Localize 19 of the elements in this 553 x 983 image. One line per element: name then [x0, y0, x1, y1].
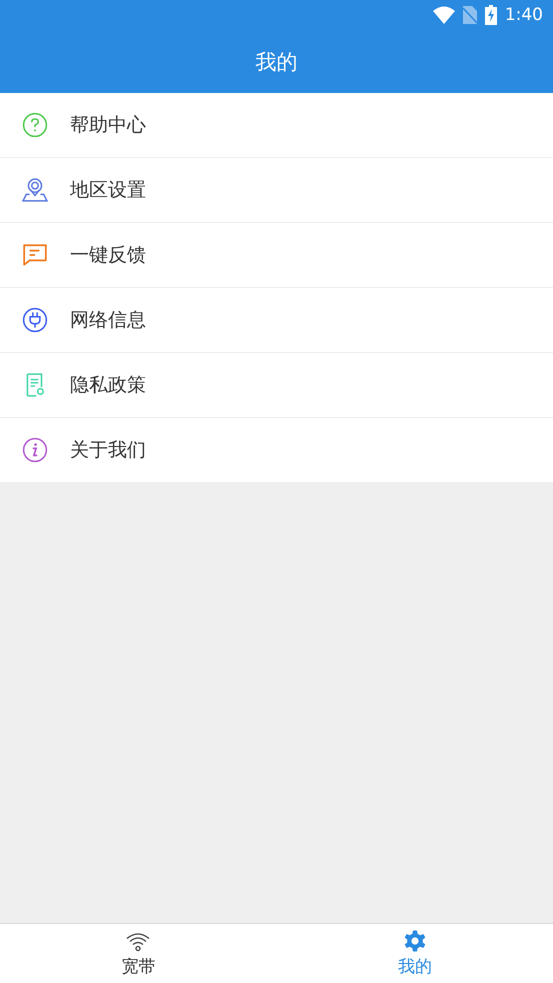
menu-label: 隐私政策	[70, 373, 146, 398]
menu-item[interactable]: 一键反馈	[0, 223, 553, 288]
clock-time: 1:40	[504, 5, 543, 25]
menu-item[interactable]: 隐私政策	[0, 353, 553, 418]
nav-tab[interactable]: 宽带	[0, 924, 276, 983]
menu-item[interactable]: 帮助中心	[0, 93, 553, 158]
menu-item[interactable]: 关于我们	[0, 418, 553, 482]
menu-item[interactable]: 地区设置	[0, 158, 553, 223]
menu-item[interactable]: 网络信息	[0, 288, 553, 353]
menu-label: 一键反馈	[70, 243, 146, 268]
wifi-icon	[432, 6, 455, 24]
menu-label: 地区设置	[70, 178, 146, 203]
menu-label: 帮助中心	[70, 113, 146, 138]
menu-label: 关于我们	[70, 438, 146, 463]
page-title: 我的	[256, 48, 298, 76]
no-sim-icon	[462, 6, 477, 24]
menu-label: 网络信息	[70, 308, 146, 333]
battery-charging-icon	[484, 5, 497, 25]
nav-tab[interactable]: 我的	[276, 924, 553, 983]
